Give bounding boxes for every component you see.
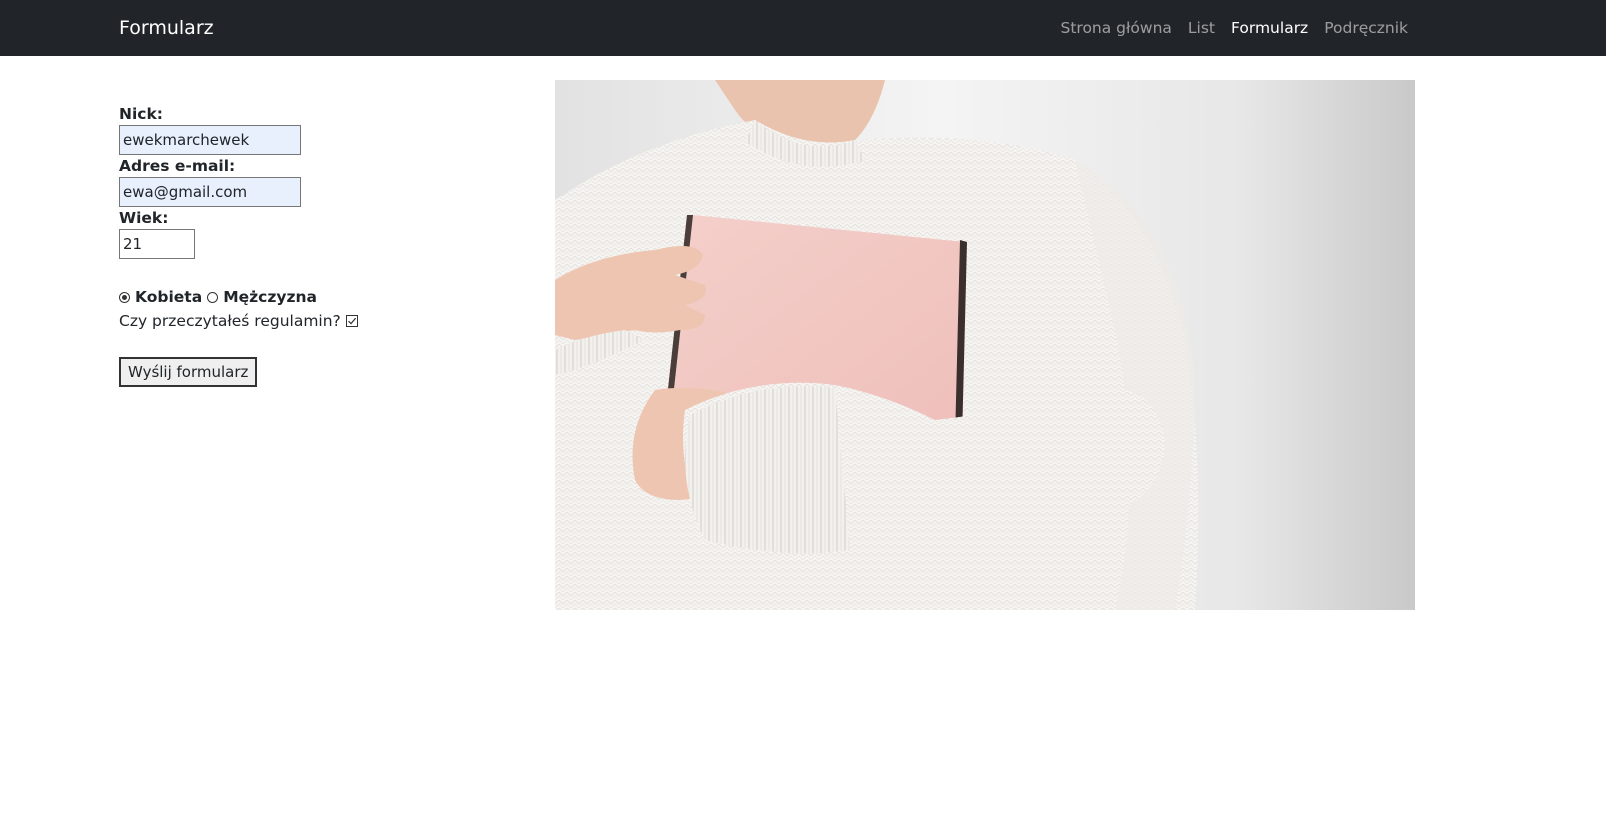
radio-female-label: Kobieta <box>135 288 203 306</box>
age-input[interactable] <box>119 229 195 259</box>
nav-links: Strona główna List Formularz Podręcznik <box>1061 17 1409 39</box>
gender-option-male[interactable]: Mężczyzna <box>207 286 317 308</box>
nick-label: Nick: <box>119 105 163 123</box>
check-icon <box>347 317 356 325</box>
nick-input[interactable] <box>119 125 301 155</box>
terms-label: Czy przeczytałeś regulamin? <box>119 312 341 330</box>
submit-button[interactable]: Wyślij formularz <box>119 357 258 387</box>
top-navbar: Formularz Strona główna List Formularz P… <box>0 0 1606 56</box>
radio-female[interactable] <box>119 291 130 303</box>
radio-male[interactable] <box>207 291 219 303</box>
age-label: Wiek: <box>119 209 169 227</box>
nav-link-list[interactable]: List <box>1188 17 1215 39</box>
nav-link-form[interactable]: Formularz <box>1231 17 1308 39</box>
nav-link-handbook[interactable]: Podręcznik <box>1324 17 1408 39</box>
registration-form: Nick: Adres e-mail: Wiek: Kobieta Mężczy… <box>119 103 449 387</box>
email-label: Adres e-mail: <box>119 157 236 175</box>
radio-male-label: Mężczyzna <box>223 288 317 306</box>
terms-checkbox[interactable] <box>345 315 358 327</box>
nav-link-home[interactable]: Strona główna <box>1061 17 1172 39</box>
hero-photo <box>555 80 1415 610</box>
gender-radio-group: Kobieta Mężczyzna <box>119 286 449 308</box>
woman-with-book-image <box>555 80 1415 610</box>
gender-option-female[interactable]: Kobieta <box>119 286 202 308</box>
terms-row: Czy przeczytałeś regulamin? <box>119 310 449 332</box>
navbar-brand[interactable]: Formularz <box>119 15 214 41</box>
email-input[interactable] <box>119 177 301 207</box>
